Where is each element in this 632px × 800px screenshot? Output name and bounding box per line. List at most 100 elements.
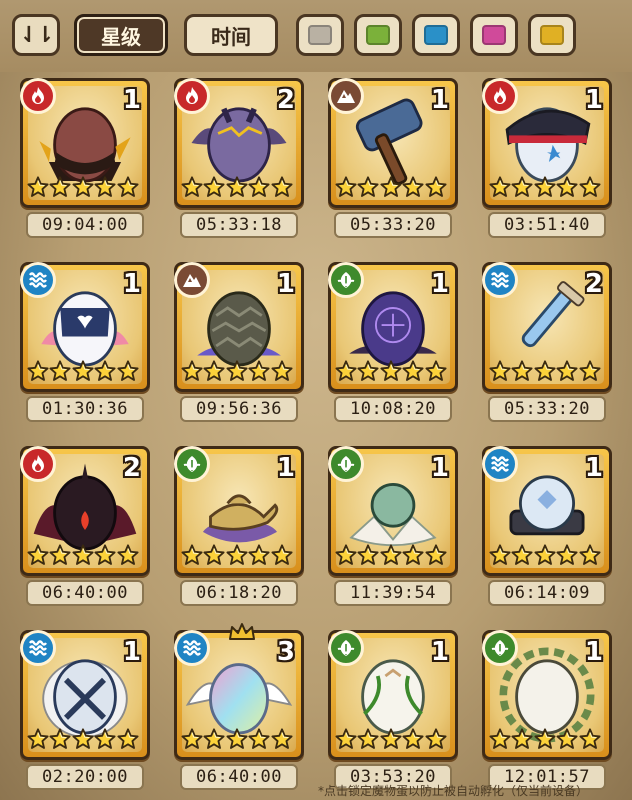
star-icon [357,727,379,751]
egg-slot[interactable]: 1 06:18:20 [174,446,304,606]
fire-element-icon [482,78,518,114]
egg-slot[interactable]: 2 05:33:18 [174,78,304,238]
egg-card[interactable]: 1 [174,262,304,392]
nature-element-icon [174,446,210,482]
egg-count: 1 [430,637,449,667]
star-rating [335,175,447,201]
star-rating [181,543,293,569]
star-icon [181,727,203,751]
star-rating [489,359,601,385]
star-icon [248,359,270,383]
star-icon [226,175,248,199]
egg-card[interactable]: 3 [174,623,304,760]
egg-card[interactable]: 2 [482,262,612,392]
star-icon [94,543,116,567]
star-icon [335,727,357,751]
star-icon [181,175,203,199]
star-icon [181,359,203,383]
star-icon [380,175,402,199]
egg-card[interactable]: 1 [328,446,458,576]
egg-card[interactable]: 2 [20,446,150,576]
star-icon [117,727,139,751]
egg-card[interactable]: 1 [482,630,612,760]
egg-slot[interactable]: 1 11:39:54 [328,446,458,606]
filter-green-button[interactable] [354,14,402,56]
egg-count: 1 [122,269,141,299]
star-icon [49,175,71,199]
egg-slot[interactable]: 1 09:04:00 [20,78,150,238]
star-icon [402,543,424,567]
egg-card[interactable]: 2 [174,78,304,208]
egg-card[interactable]: 1 [482,446,612,576]
star-icon [402,727,424,751]
star-icon [226,359,248,383]
egg-slot[interactable]: 1 10:08:20 [328,262,458,422]
sort-order-icon: ⇃⇂ [19,22,55,48]
star-icon [534,359,556,383]
hatch-timer: 05:33:20 [488,396,606,422]
star-icon [27,175,49,199]
filter-blue-button[interactable] [412,14,460,56]
star-rating [489,727,601,753]
star-icon [425,727,447,751]
egg-card[interactable]: 1 [328,630,458,760]
egg-slot[interactable]: 1 02:20:00 [20,630,150,790]
egg-count: 1 [276,269,295,299]
egg-card[interactable]: 1 [328,262,458,392]
hatch-timer: 09:56:36 [180,396,298,422]
nature-element-icon [328,446,364,482]
hatch-timer: 01:30:36 [26,396,144,422]
hatch-timer: 03:51:40 [488,212,606,238]
tab-star-rating[interactable]: 星级 [74,14,168,56]
egg-card[interactable]: 1 [20,78,150,208]
crown-icon [229,623,255,640]
hatch-timer: 06:18:20 [180,580,298,606]
star-icon [579,727,601,751]
star-icon [402,175,424,199]
lock-hint-text: *点击锁定魔物蛋以防止被自动孵化（仅当前设备） [318,784,589,798]
star-rating [27,359,139,385]
star-icon [489,359,511,383]
star-icon [534,727,556,751]
star-icon [72,727,94,751]
tab-time[interactable]: 时间 [184,14,278,56]
egg-slot[interactable]: 3 06:40:00 [174,623,304,790]
sort-order-toggle-button[interactable]: ⇃⇂ [12,14,60,56]
star-icon [271,175,293,199]
star-icon [511,727,533,751]
hatch-timer: 05:33:18 [180,212,298,238]
star-icon [335,359,357,383]
egg-slot[interactable]: 2 06:40:00 [20,446,150,606]
egg-card[interactable]: 1 [20,262,150,392]
star-icon [27,543,49,567]
star-icon [94,359,116,383]
egg-slot[interactable]: 1 03:53:20 [328,630,458,790]
egg-card[interactable]: 1 [20,630,150,760]
hatch-timer: 06:40:00 [26,580,144,606]
star-icon [226,543,248,567]
egg-card[interactable]: 1 [174,446,304,576]
egg-slot[interactable]: 1 01:30:36 [20,262,150,422]
egg-slot[interactable]: 1 09:56:36 [174,262,304,422]
egg-count: 1 [430,453,449,483]
star-icon [27,727,49,751]
filter-grey-button[interactable] [296,14,344,56]
filter-yellow-button[interactable] [528,14,576,56]
star-icon [489,727,511,751]
egg-card[interactable]: 1 [328,78,458,208]
egg-slot[interactable]: 2 05:33:20 [482,262,612,422]
top-toolbar: ⇃⇂ 星级 时间 [0,0,632,72]
star-icon [248,727,270,751]
egg-count: 2 [122,453,141,483]
filter-pink-button[interactable] [470,14,518,56]
star-icon [357,543,379,567]
egg-slot[interactable]: 1 03:51:40 [482,78,612,238]
egg-slot[interactable]: 1 12:01:57 [482,630,612,790]
star-icon [248,175,270,199]
egg-slot[interactable]: 1 06:14:09 [482,446,612,606]
star-icon [511,359,533,383]
star-icon [117,175,139,199]
egg-slot[interactable]: 1 05:33:20 [328,78,458,238]
egg-card[interactable]: 1 [482,78,612,208]
star-icon [579,359,601,383]
